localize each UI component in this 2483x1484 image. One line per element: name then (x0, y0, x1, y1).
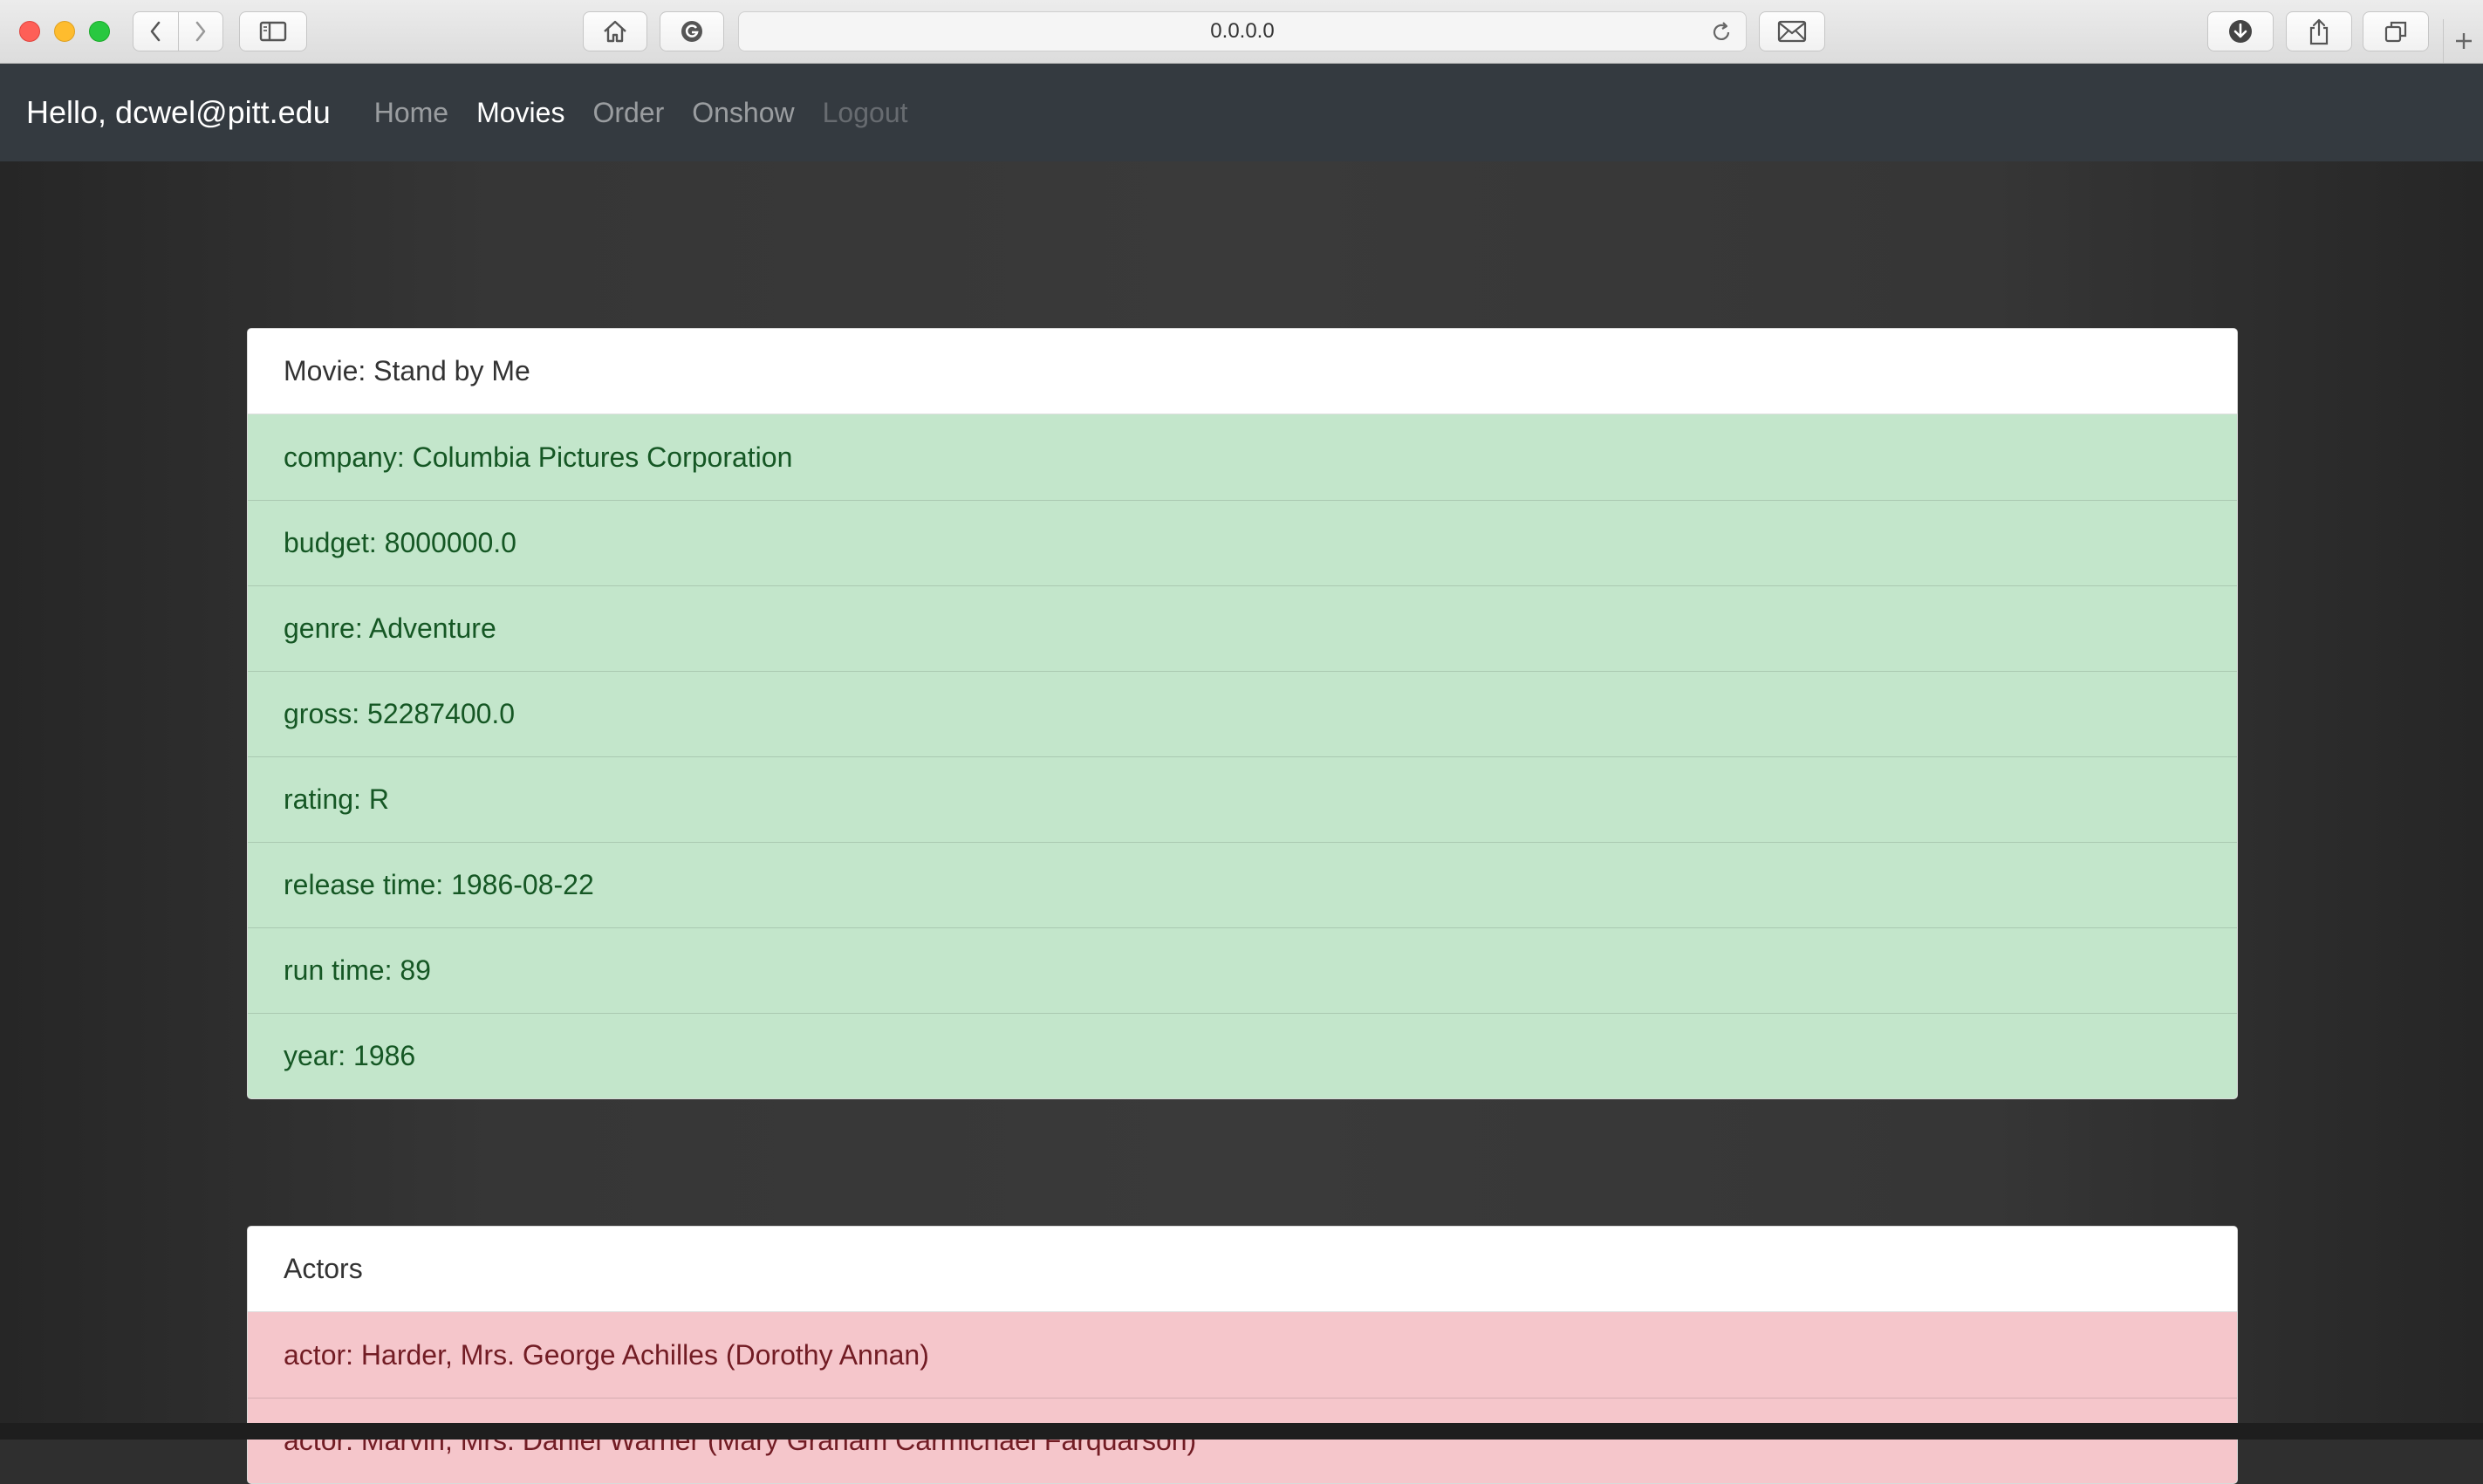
plus-icon (2455, 33, 2472, 49)
share-button[interactable] (2286, 11, 2352, 51)
address-bar[interactable]: 0.0.0.0 (738, 11, 1747, 51)
movie-field-company: company: Columbia Pictures Corporation (248, 414, 2237, 500)
fullscreen-window-button[interactable] (89, 21, 110, 42)
actor-list-item: actor: Marvin, Mrs. Daniel Warner (Mary … (248, 1398, 2237, 1483)
grammarly-extension-button[interactable] (660, 11, 724, 51)
movie-fields-list: company: Columbia Pictures Corporation b… (248, 414, 2237, 1098)
movie-details-card: Movie: Stand by Me company: Columbia Pic… (247, 328, 2238, 1099)
navbar-brand-greeting[interactable]: Hello, dcwel@pitt.edu (26, 94, 331, 131)
download-icon (2229, 20, 2252, 43)
back-button[interactable] (133, 12, 178, 51)
reload-button[interactable] (1709, 20, 1734, 51)
tab-overview-button[interactable] (2363, 11, 2429, 51)
actors-card: Actors actor: Harder, Mrs. George Achill… (247, 1226, 2238, 1484)
movie-card-header: Movie: Stand by Me (248, 329, 2237, 414)
page-footer-strip (0, 1423, 2483, 1440)
nav-link-onshow[interactable]: Onshow (692, 97, 794, 129)
movie-field-run-time: run time: 89 (248, 927, 2237, 1013)
mail-button[interactable] (1759, 11, 1825, 51)
sidebar-toggle-button[interactable] (239, 11, 307, 51)
browser-toolbar: 0.0.0.0 (0, 0, 2483, 64)
movie-field-gross: gross: 52287400.0 (248, 671, 2237, 756)
home-icon (604, 20, 626, 43)
close-window-button[interactable] (19, 21, 40, 42)
movie-field-genre: genre: Adventure (248, 585, 2237, 671)
nav-link-movies[interactable]: Movies (476, 97, 564, 129)
chevron-left-icon (150, 21, 161, 42)
nav-link-logout[interactable]: Logout (823, 97, 908, 129)
history-nav-group (133, 11, 223, 51)
url-text: 0.0.0.0 (1210, 19, 1275, 43)
actors-list: actor: Harder, Mrs. George Achilles (Dor… (248, 1312, 2237, 1483)
minimize-window-button[interactable] (54, 21, 75, 42)
new-tab-button[interactable] (2443, 19, 2483, 63)
app-navbar: Hello, dcwel@pitt.edu Home Movies Order … (0, 64, 2483, 161)
tabs-icon (2384, 21, 2407, 43)
nav-link-home[interactable]: Home (374, 97, 448, 129)
movie-field-year: year: 1986 (248, 1013, 2237, 1098)
movie-field-rating: rating: R (248, 756, 2237, 842)
chevron-right-icon (195, 21, 206, 42)
forward-button[interactable] (177, 12, 223, 51)
home-button[interactable] (583, 11, 647, 51)
movie-field-budget: budget: 8000000.0 (248, 500, 2237, 585)
actor-list-item: actor: Harder, Mrs. George Achilles (Dor… (248, 1312, 2237, 1398)
share-icon (2309, 18, 2329, 45)
grammarly-icon (681, 21, 702, 42)
nav-link-order[interactable]: Order (592, 97, 664, 129)
sidebar-icon (259, 21, 287, 42)
downloads-button[interactable] (2207, 11, 2274, 51)
reload-icon (1713, 22, 1730, 40)
mail-icon (1777, 20, 1807, 43)
movie-field-release-time: release time: 1986-08-22 (248, 842, 2237, 927)
page-content: Movie: Stand by Me company: Columbia Pic… (0, 161, 2483, 1484)
actors-card-header: Actors (248, 1227, 2237, 1312)
